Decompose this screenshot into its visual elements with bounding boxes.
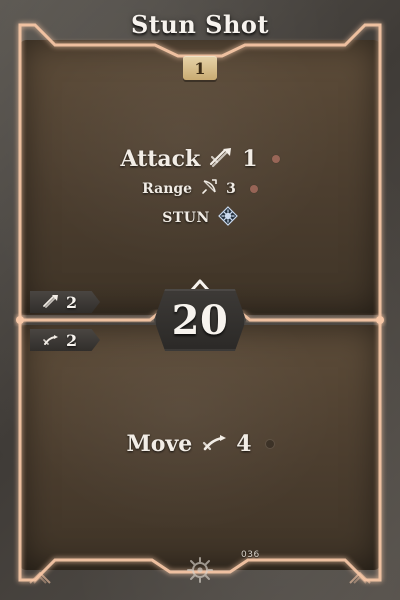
- card-number: 036: [241, 550, 260, 560]
- attack-label: Attack: [120, 146, 201, 172]
- card-level-badge: 1: [183, 56, 217, 80]
- gear-icon: [187, 557, 213, 583]
- range-icon: [200, 178, 218, 200]
- move-label: Move: [126, 431, 193, 457]
- stun-icon: [217, 206, 238, 230]
- ability-card: Stun Shot 1 Attack 1 Range 3 STUN 20 2 2…: [0, 0, 400, 600]
- side-attack-stat: 2: [30, 291, 100, 313]
- side-move-stat: 2: [30, 329, 100, 351]
- side-attack-value: 2: [66, 292, 78, 312]
- attack-icon: [208, 146, 234, 172]
- bottom-move-row: Move 4: [0, 431, 400, 457]
- card-level: 1: [194, 58, 206, 78]
- move-value: 4: [236, 431, 252, 457]
- stun-label: STUN: [162, 210, 210, 226]
- initiative-plate: 20: [154, 289, 246, 351]
- range-label: Range: [142, 181, 193, 197]
- enhancement-slot[interactable]: [271, 155, 280, 163]
- top-attack-row: Attack 1: [0, 146, 400, 172]
- move-icon: [42, 331, 60, 350]
- attack-icon: [42, 293, 60, 312]
- corner-emblem-icon: [349, 571, 371, 584]
- enhancement-slot[interactable]: [249, 185, 258, 193]
- enhancement-slot[interactable]: [265, 440, 274, 448]
- attack-value: 1: [242, 146, 258, 172]
- side-move-value: 2: [66, 330, 78, 350]
- card-title: Stun Shot: [130, 10, 270, 39]
- top-range-row: Range 3: [0, 178, 400, 200]
- move-icon: [200, 431, 228, 457]
- range-value: 3: [226, 181, 236, 197]
- initiative-value: 20: [171, 296, 229, 344]
- corner-emblem-icon: [29, 571, 51, 584]
- top-condition-row: STUN: [0, 206, 400, 230]
